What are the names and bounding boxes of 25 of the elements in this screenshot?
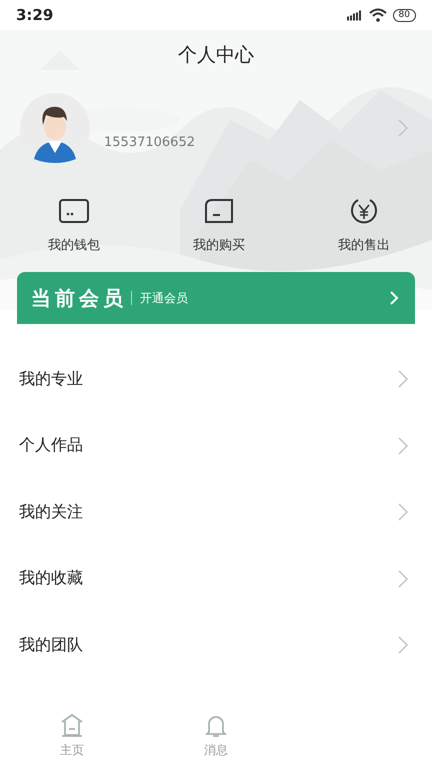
menu-item[interactable]: 我的关注: [19, 502, 83, 523]
shortcut-button[interactable]: 我的购买: [179, 196, 259, 254]
wallet-icon: [58, 196, 90, 226]
chevron-icon[interactable]: [398, 370, 408, 388]
chevron-icon[interactable]: [398, 436, 408, 455]
wifi-icon: [368, 8, 387, 22]
status-time: 3:29: [16, 6, 54, 24]
chevron-icon[interactable]: [398, 636, 408, 654]
phone-number: 15537106652: [104, 134, 196, 150]
page-title: 个人中心: [177, 43, 255, 68]
box-icon: [203, 196, 235, 226]
signal-icon: [346, 10, 363, 20]
membership-title: 当前会员: [31, 284, 127, 312]
chevron-icon[interactable]: [398, 503, 408, 522]
menu-item[interactable]: 我的团队: [19, 634, 83, 656]
chevron-icon[interactable]: [398, 570, 408, 588]
shortcut-button[interactable]: 我的钱包: [34, 196, 114, 254]
menu-item[interactable]: 我的收藏: [19, 568, 83, 590]
chevron-icon[interactable]: [398, 119, 408, 137]
menu-item[interactable]: 个人作品: [19, 435, 83, 456]
avatar[interactable]: [20, 93, 90, 163]
shortcut-button[interactable]: 我的售出: [324, 196, 404, 254]
battery-indicator: 80: [392, 8, 416, 22]
chevron-icon[interactable]: [389, 289, 399, 307]
menu-item[interactable]: 我的专业: [19, 368, 83, 390]
